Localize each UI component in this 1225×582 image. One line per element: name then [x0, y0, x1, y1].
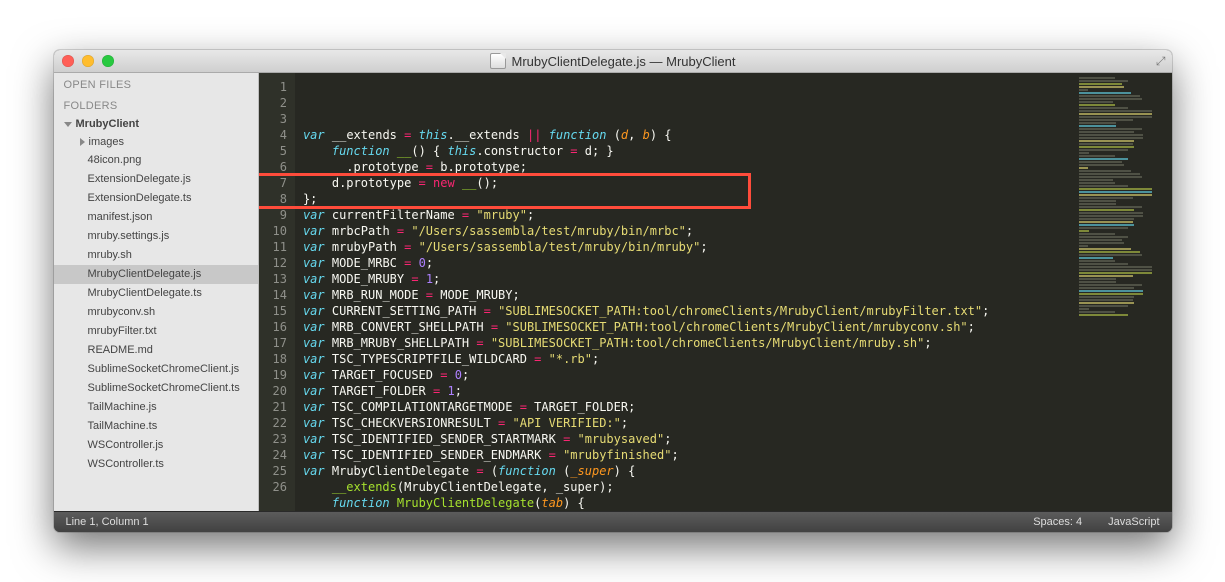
code-line[interactable]: function MrubyClientDelegate(tab) { [303, 495, 1076, 511]
code-content[interactable]: var __extends = this.__extends || functi… [295, 73, 1076, 511]
sidebar: OPEN FILES FOLDERS MrubyClient images 48… [54, 73, 259, 511]
code-line[interactable]: var MRB_RUN_MODE = MODE_MRUBY; [303, 287, 1076, 303]
code-line[interactable]: var TSC_COMPILATIONTARGETMODE = TARGET_F… [303, 399, 1076, 415]
file-row[interactable]: WSController.ts [54, 455, 258, 474]
window-title: MrubyClientDelegate.js — MrubyClient [54, 53, 1172, 69]
file-icon [490, 53, 506, 69]
window-title-text: MrubyClientDelegate.js — MrubyClient [512, 54, 736, 69]
code-line[interactable]: var TSC_CHECKVERSIONRESULT = "API VERIFI… [303, 415, 1076, 431]
file-row[interactable]: TailMachine.js [54, 398, 258, 417]
code-line[interactable]: var TSC_TYPESCRIPTFILE_WILDCARD = "*.rb"… [303, 351, 1076, 367]
window-body: OPEN FILES FOLDERS MrubyClient images 48… [54, 73, 1172, 511]
file-row[interactable]: mruby.settings.js [54, 227, 258, 246]
subfolder-images[interactable]: images [54, 133, 258, 151]
code-line[interactable]: var MODE_MRBC = 0; [303, 255, 1076, 271]
file-row[interactable]: README.md [54, 341, 258, 360]
titlebar: MrubyClientDelegate.js — MrubyClient ⤢ [54, 50, 1172, 73]
code-line[interactable]: var TARGET_FOLDER = 1; [303, 383, 1076, 399]
code-line[interactable]: var MODE_MRUBY = 1; [303, 271, 1076, 287]
code-line[interactable]: function __() { this.constructor = d; } [303, 143, 1076, 159]
title-controls: ⤢ [1156, 54, 1166, 69]
minimap[interactable] [1076, 73, 1172, 511]
statusbar: Line 1, Column 1 Spaces: 4 JavaScript [54, 511, 1172, 532]
subfolder-name: images [89, 136, 124, 148]
code-line[interactable]: var __extends = this.__extends || functi… [303, 127, 1076, 143]
open-files-header: OPEN FILES [54, 73, 258, 94]
file-row[interactable]: SublimeSocketChromeClient.js [54, 360, 258, 379]
code-line[interactable]: var TARGET_FOCUSED = 0; [303, 367, 1076, 383]
code-line[interactable]: var TSC_IDENTIFIED_SENDER_ENDMARK = "mru… [303, 447, 1076, 463]
code-line[interactable]: var currentFilterName = "mruby"; [303, 207, 1076, 223]
file-row[interactable]: ExtensionDelegate.js [54, 170, 258, 189]
code-line[interactable]: var MRB_MRUBY_SHELLPATH = "SUBLIMESOCKET… [303, 335, 1076, 351]
chevron-down-icon [64, 122, 72, 127]
status-lang[interactable]: JavaScript [1108, 516, 1159, 528]
file-row[interactable]: WSController.js [54, 436, 258, 455]
file-row[interactable]: ExtensionDelegate.ts [54, 189, 258, 208]
code-line[interactable]: var MrubyClientDelegate = (function (_su… [303, 463, 1076, 479]
folders-header: FOLDERS [54, 94, 258, 115]
status-spaces[interactable]: Spaces: 4 [1033, 516, 1082, 528]
editor-window: MrubyClientDelegate.js — MrubyClient ⤢ O… [54, 50, 1172, 532]
file-row[interactable]: mrubyFilter.txt [54, 322, 258, 341]
code-line[interactable]: d.prototype = new __(); [303, 175, 1076, 191]
code-line[interactable]: }; [303, 191, 1076, 207]
code-line[interactable]: __.prototype = b.prototype; [303, 159, 1076, 175]
file-row[interactable]: manifest.json [54, 208, 258, 227]
code-line[interactable]: var mrbcPath = "/Users/sassembla/test/mr… [303, 223, 1076, 239]
gutter: 1234567891011121314151617181920212223242… [259, 73, 295, 511]
file-row[interactable]: TailMachine.ts [54, 417, 258, 436]
file-row[interactable]: mrubyconv.sh [54, 303, 258, 322]
code-line[interactable]: __extends(MrubyClientDelegate, _super); [303, 479, 1076, 495]
file-row[interactable]: MrubyClientDelegate.js [54, 265, 258, 284]
code-line[interactable]: var TSC_IDENTIFIED_SENDER_STARTMARK = "m… [303, 431, 1076, 447]
file-row[interactable]: mruby.sh [54, 246, 258, 265]
file-row[interactable]: SublimeSocketChromeClient.ts [54, 379, 258, 398]
project-name: MrubyClient [76, 118, 140, 130]
status-left[interactable]: Line 1, Column 1 [66, 516, 149, 528]
file-list: 48icon.pngExtensionDelegate.jsExtensionD… [54, 151, 258, 474]
code-line[interactable]: var MRB_CONVERT_SHELLPATH = "SUBLIMESOCK… [303, 319, 1076, 335]
file-row[interactable]: 48icon.png [54, 151, 258, 170]
expand-icon[interactable]: ⤢ [1156, 54, 1166, 69]
file-row[interactable]: MrubyClientDelegate.ts [54, 284, 258, 303]
code-line[interactable]: var mrubyPath = "/Users/sassembla/test/m… [303, 239, 1076, 255]
chevron-right-icon [80, 138, 85, 146]
code-line[interactable]: var CURRENT_SETTING_PATH = "SUBLIMESOCKE… [303, 303, 1076, 319]
project-folder[interactable]: MrubyClient [54, 115, 258, 133]
editor-area[interactable]: 1234567891011121314151617181920212223242… [259, 73, 1172, 511]
